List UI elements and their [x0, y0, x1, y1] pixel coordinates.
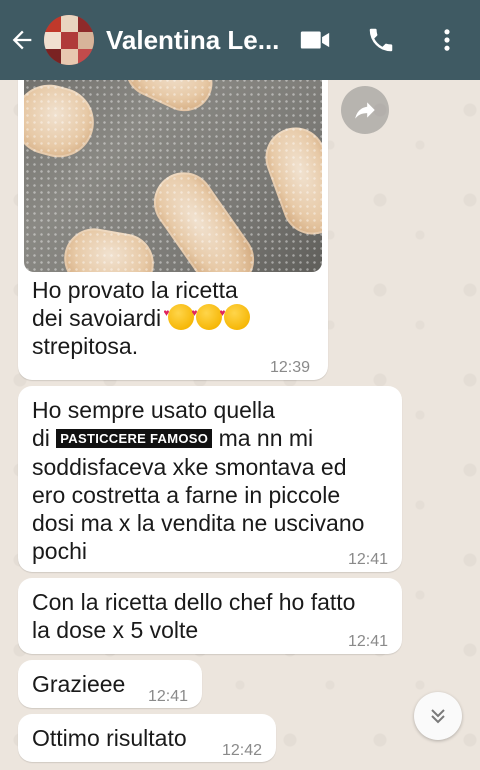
smiling-face-with-hearts-icon — [192, 300, 222, 330]
savoiardi-photo[interactable] — [24, 80, 322, 272]
arrow-left-icon — [12, 30, 32, 50]
video-call-button[interactable] — [282, 0, 348, 80]
message-bubble[interactable]: Ottimo risultato 12:42 — [18, 714, 276, 762]
scroll-to-bottom-button[interactable] — [414, 692, 462, 740]
message-time: 12:42 — [222, 742, 263, 759]
message-time: 12:41 — [148, 688, 189, 705]
double-chevron-down-icon — [431, 709, 445, 724]
forward-share-icon — [355, 102, 375, 119]
message-bubble-image[interactable]: Ho provato la ricetta dei savoiardi stre… — [18, 80, 328, 380]
message-text: Ho provato la ricetta dei savoiardi stre… — [32, 276, 252, 360]
message-time: 12:39 — [270, 359, 311, 376]
message-bubble[interactable]: Grazieee 12:41 — [18, 660, 202, 708]
message-time: 12:41 — [348, 551, 389, 568]
voice-call-button[interactable] — [348, 0, 414, 80]
contact-name[interactable]: Valentina Le... — [106, 25, 286, 56]
back-button[interactable] — [0, 0, 44, 80]
avatar[interactable] — [44, 15, 94, 65]
message-text: Grazieee — [32, 671, 126, 697]
smiling-face-with-hearts-icon — [220, 300, 250, 330]
video-call-icon — [300, 31, 330, 49]
message-text: Con la ricetta dello chef ho fatto la do… — [32, 589, 356, 643]
more-options-button[interactable] — [414, 0, 480, 80]
more-vertical-icon — [444, 29, 450, 51]
message-list[interactable]: Ho provato la ricetta dei savoiardi stre… — [0, 80, 480, 770]
redacted-name-label: PASTICCERE FAMOSO — [56, 429, 213, 448]
chat-header: Valentina Le... — [0, 0, 480, 80]
message-text: Ottimo risultato — [32, 725, 187, 751]
message-time: 12:41 — [348, 633, 389, 650]
smiling-face-with-hearts-icon — [164, 300, 194, 330]
phone-icon — [369, 28, 393, 52]
message-text: Ho sempre usato quella di PASTICCERE FAM… — [32, 397, 365, 564]
message-bubble[interactable]: Con la ricetta dello chef ho fatto la do… — [18, 578, 402, 654]
forward-button[interactable] — [341, 86, 389, 134]
message-bubble[interactable]: Ho sempre usato quella di PASTICCERE FAM… — [18, 386, 402, 572]
